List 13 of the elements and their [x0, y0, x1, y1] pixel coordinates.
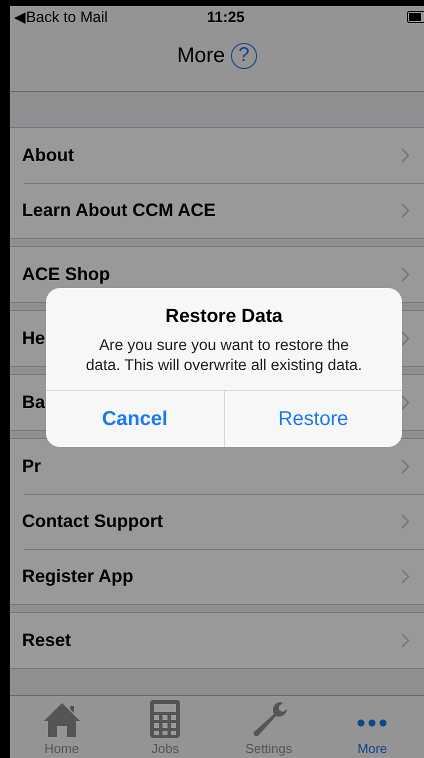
- menu-label: ACE Shop: [22, 264, 110, 285]
- clock-time: 11:25: [207, 8, 245, 26]
- menu-label: He: [22, 328, 46, 349]
- menu-label: About: [22, 145, 74, 166]
- screen-title: More: [177, 44, 225, 68]
- dialog-message: Are you sure you want to restore the data. This will overwrite all existing data.: [84, 336, 364, 376]
- menu-label: Learn About CCM ACE: [22, 200, 216, 221]
- menu-label: Register App: [22, 566, 134, 587]
- menu-label: Contact Support: [22, 511, 163, 532]
- dialog-title: Restore Data: [164, 306, 284, 328]
- menu-label: Pr: [22, 456, 42, 477]
- menu-label: Ba: [22, 392, 46, 413]
- menu-label: Reset: [22, 630, 72, 651]
